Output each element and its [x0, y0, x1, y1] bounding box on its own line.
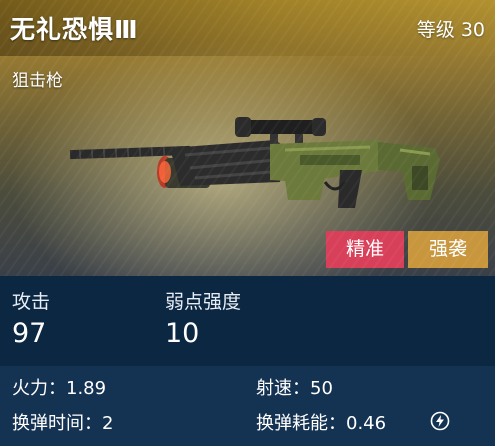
weapon-name: 无礼恐惧Ⅲ — [10, 15, 139, 44]
weakpoint-label: 弱点强度 — [165, 291, 242, 313]
attack-value: 97 — [12, 318, 47, 349]
attack-label: 攻击 — [12, 291, 51, 313]
weapon-card[interactable]: 无礼恐惧Ⅲ 等级 30 狙击枪 精准 强袭 攻击 97 弱点强度 10 火力：1… — [0, 0, 495, 446]
fire-rate-stat: 射速：50 — [256, 378, 333, 399]
tag-assault: 强袭 — [408, 231, 488, 268]
sniper-rifle-icon — [69, 117, 440, 208]
weapon-type: 狙击枪 — [12, 71, 63, 91]
weakpoint-value: 10 — [165, 318, 200, 349]
reload-cost-stat: 换弹耗能：0.46 — [256, 413, 387, 434]
weapon-art-panel: 无礼恐惧Ⅲ 等级 30 狙击枪 精准 强袭 — [0, 0, 495, 276]
weapon-level: 等级 30 — [416, 19, 485, 41]
lightning-bolt-circle-icon — [430, 411, 450, 431]
tag-precise: 精准 — [326, 231, 404, 268]
primary-stats — [0, 276, 495, 366]
reload-time-stat: 换弹时间：2 — [12, 413, 114, 434]
firepower-stat: 火力：1.89 — [12, 378, 107, 399]
